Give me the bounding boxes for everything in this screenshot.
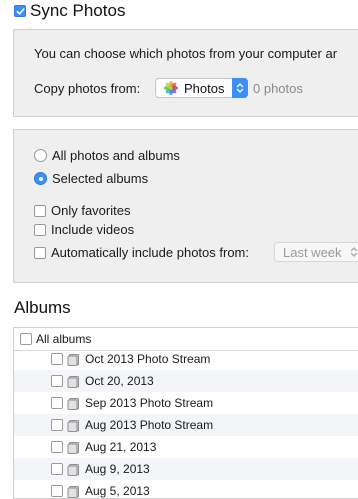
auto-include-checkbox[interactable] <box>34 246 46 259</box>
album-checkbox[interactable] <box>51 441 63 453</box>
folder-icon <box>67 419 79 432</box>
all-albums-checkbox[interactable] <box>20 333 32 345</box>
sync-photos-title: Sync Photos <box>30 1 126 20</box>
folder-icon <box>67 485 79 498</box>
all-albums-label: All albums <box>36 332 92 346</box>
radio-button-selected[interactable] <box>34 172 47 185</box>
album-label: Aug 21, 2013 <box>85 440 157 454</box>
folder-icon <box>67 375 79 388</box>
intro-text: You can choose which photos from your co… <box>34 46 338 61</box>
album-checkbox[interactable] <box>51 353 63 365</box>
album-row[interactable]: Sep 2013 Photo Stream <box>14 392 358 414</box>
popup-arrows-icon <box>350 247 357 257</box>
album-row[interactable]: Aug 9, 2013 <box>14 458 358 480</box>
radio-selected-albums-label: Selected albums <box>52 171 149 186</box>
albums-title: Albums <box>14 298 71 317</box>
auto-include-period-popup[interactable]: Last week <box>274 242 358 262</box>
album-label: Sep 2013 Photo Stream <box>85 396 214 410</box>
auto-include-label: Automatically include photos from: <box>51 245 249 260</box>
album-checkbox[interactable] <box>51 397 63 409</box>
radio-all-photos-label: All photos and albums <box>52 148 180 163</box>
albums-list[interactable]: All albums Oct 2013 Photo Stream Oct 20,… <box>13 327 358 499</box>
include-videos-label: Include videos <box>51 222 135 237</box>
folder-icon <box>67 441 79 454</box>
option-include-videos[interactable]: Include videos <box>34 222 134 237</box>
album-checkbox[interactable] <box>51 419 63 431</box>
folder-icon <box>67 397 79 410</box>
sync-photos-checkbox[interactable] <box>14 5 26 17</box>
album-row[interactable]: Oct 20, 2013 <box>14 370 358 392</box>
only-favorites-label: Only favorites <box>51 203 131 218</box>
copy-source-panel <box>13 29 358 117</box>
folder-icon <box>67 353 79 366</box>
album-row[interactable]: Aug 5, 2013 <box>14 480 358 498</box>
checkmark-icon <box>16 7 25 15</box>
folder-icon <box>67 463 79 476</box>
include-videos-checkbox[interactable] <box>34 223 46 236</box>
radio-selected-albums[interactable]: Selected albums <box>34 171 148 186</box>
album-row[interactable]: Aug 2013 Photo Stream <box>14 414 358 436</box>
radio-all-photos[interactable]: All photos and albums <box>34 148 180 163</box>
radio-button[interactable] <box>34 149 47 162</box>
photo-count: 0 photos <box>253 81 303 96</box>
photos-source-label: Photos <box>184 80 225 96</box>
popup-arrows-icon <box>232 78 248 98</box>
copy-from-label: Copy photos from: <box>34 81 141 96</box>
album-label: Aug 2013 Photo Stream <box>85 418 214 432</box>
album-row[interactable]: Aug 21, 2013 <box>14 436 358 458</box>
auto-include-period-label: Last week <box>283 244 342 260</box>
album-checkbox[interactable] <box>51 485 63 497</box>
photos-source-popup[interactable]: Photos <box>155 78 248 98</box>
album-checkbox[interactable] <box>51 375 63 387</box>
album-label: Oct 2013 Photo Stream <box>85 352 211 366</box>
album-label: Aug 5, 2013 <box>85 484 150 498</box>
album-row[interactable]: Oct 2013 Photo Stream <box>14 348 358 370</box>
option-auto-include[interactable]: Automatically include photos from: <box>34 245 249 260</box>
option-only-favorites[interactable]: Only favorites <box>34 203 130 218</box>
photos-app-icon <box>164 81 178 95</box>
album-label: Aug 9, 2013 <box>85 462 150 476</box>
only-favorites-checkbox[interactable] <box>34 204 46 217</box>
album-checkbox[interactable] <box>51 463 63 475</box>
album-label: Oct 20, 2013 <box>85 374 154 388</box>
sync-photos-header: Sync Photos <box>14 0 125 22</box>
